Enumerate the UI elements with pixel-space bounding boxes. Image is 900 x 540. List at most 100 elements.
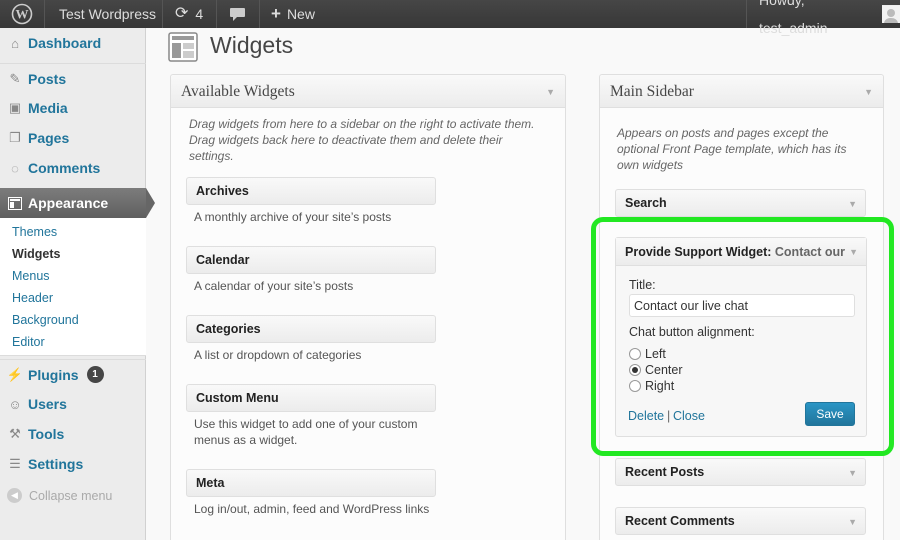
appearance-icon xyxy=(7,195,23,211)
admin-bar: W Test Wordpress ⟳ 4 + New Howdy, test_a… xyxy=(0,0,900,36)
submenu-item-themes[interactable]: Themes xyxy=(12,225,57,239)
widget-categories[interactable]: Categories xyxy=(186,315,436,343)
expand-triangle-icon[interactable]: ▼ xyxy=(848,517,857,527)
widget-title: Recent Posts xyxy=(625,465,705,479)
alignment-label: Chat button alignment: xyxy=(629,325,755,339)
svg-text:W: W xyxy=(16,7,29,22)
radio-label-right: Right xyxy=(645,379,675,393)
widget-description: A list or dropdown of categories xyxy=(194,348,362,362)
updates-count: 4 xyxy=(195,6,204,22)
submenu-item-header[interactable]: Header xyxy=(12,291,53,305)
radio-label-left: Left xyxy=(645,347,666,361)
widget-description: A monthly archive of your site’s posts xyxy=(194,210,392,224)
submenu-item-menus[interactable]: Menus xyxy=(12,269,50,283)
pages-icon: ❐ xyxy=(9,130,21,145)
menu-label: Users xyxy=(28,396,67,412)
wordpress-logo-icon[interactable]: W xyxy=(10,0,34,28)
menu-item-users[interactable]: ☺ Users xyxy=(0,389,146,419)
menu-item-dashboard[interactable]: ⌂ Dashboard xyxy=(0,28,146,58)
submenu-item-widgets[interactable]: Widgets xyxy=(12,247,61,261)
menu-item-posts[interactable]: ✎ Posts xyxy=(0,63,146,93)
collapse-triangle-icon[interactable]: ▼ xyxy=(849,247,858,257)
sidebar-widget-search[interactable]: Search ▼ xyxy=(615,189,866,217)
updates-link[interactable]: ⟳ 4 xyxy=(175,0,203,28)
widget-title: Meta xyxy=(196,476,225,490)
widget-title: Archives xyxy=(196,184,249,198)
menu-label: Settings xyxy=(28,456,84,472)
menu-item-comments[interactable]: ◌ Comments xyxy=(0,153,146,183)
delete-widget-link[interactable]: Delete xyxy=(628,409,664,423)
plug-icon: ⚡ xyxy=(6,366,24,382)
site-name-link[interactable]: Test Wordpress xyxy=(59,0,156,28)
widgets-page-icon xyxy=(168,32,198,62)
main-sidebar-header[interactable]: Main Sidebar ▼ xyxy=(600,75,883,108)
provide-support-widget-header[interactable]: Provide Support Widget: Contact our live… xyxy=(616,238,866,266)
page-title: Widgets xyxy=(210,32,294,58)
menu-item-settings[interactable]: ☰ Settings xyxy=(0,449,146,479)
expand-triangle-icon[interactable]: ▼ xyxy=(848,468,857,478)
comments-bubble-icon[interactable] xyxy=(229,0,246,28)
new-label: New xyxy=(286,6,315,22)
widget-description: Log in/out, admin, feed and WordPress li… xyxy=(194,502,430,516)
main-sidebar-title: Main Sidebar xyxy=(610,83,694,100)
widget-archives[interactable]: Archives xyxy=(186,177,436,205)
menu-item-tools[interactable]: ⚒ Tools xyxy=(0,419,146,449)
widget-title: Provide Support Widget: xyxy=(625,245,772,259)
widget-title: Recent Comments xyxy=(625,514,735,528)
new-content-link[interactable]: + New xyxy=(271,0,315,28)
tools-icon: ⚒ xyxy=(9,426,21,441)
title-field-label: Title: xyxy=(629,278,656,292)
menu-item-media[interactable]: ▣ Media xyxy=(0,93,146,123)
my-account-link[interactable]: Howdy, test_admin xyxy=(759,0,900,36)
widget-title: Calendar xyxy=(196,253,250,267)
widget-title: Categories xyxy=(196,322,261,336)
close-widget-link[interactable]: Close xyxy=(673,409,705,423)
home-icon: ⌂ xyxy=(11,35,19,51)
comment-icon: ◌ xyxy=(11,160,19,176)
submenu-item-background[interactable]: Background xyxy=(12,313,79,327)
main-sidebar-description: Appears on posts and pages except the op… xyxy=(617,126,847,172)
menu-label: Posts xyxy=(28,70,67,87)
title-input[interactable] xyxy=(629,294,855,317)
settings-icon: ☰ xyxy=(9,456,21,471)
collapse-triangle-icon[interactable]: ▼ xyxy=(546,87,555,97)
widget-meta[interactable]: Meta xyxy=(186,469,436,497)
submenu-item-editor[interactable]: Editor xyxy=(12,335,45,349)
collapse-label: Collapse menu xyxy=(29,488,113,503)
available-widgets-description: Drag widgets from here to a sidebar on t… xyxy=(189,117,535,163)
menu-label: Appearance xyxy=(28,195,109,211)
link-separator: | xyxy=(667,409,671,423)
available-widgets-title: Available Widgets xyxy=(181,83,295,100)
radio-label-center: Center xyxy=(645,363,683,377)
alignment-radio-center[interactable] xyxy=(629,364,641,376)
menu-item-pages[interactable]: ❐ Pages xyxy=(0,123,146,153)
available-widgets-panel: Available Widgets ▼ Drag widgets from he… xyxy=(170,74,566,540)
users-icon: ☺ xyxy=(8,396,22,412)
alignment-radio-right[interactable] xyxy=(629,380,641,392)
widget-title: Search xyxy=(625,196,667,210)
available-widgets-header[interactable]: Available Widgets ▼ xyxy=(171,75,565,108)
expand-triangle-icon[interactable]: ▼ xyxy=(848,199,857,209)
pushpin-icon: ✎ xyxy=(9,70,21,86)
plugins-update-badge: 1 xyxy=(86,366,104,383)
plus-icon: + xyxy=(271,4,281,23)
widget-title: Custom Menu xyxy=(196,391,279,405)
menu-item-plugins[interactable]: ⚡ Plugins 1 xyxy=(0,359,146,389)
widget-custom-menu[interactable]: Custom Menu xyxy=(186,384,436,412)
widget-instance-title: Contact our live chat xyxy=(774,245,845,259)
appearance-submenu: Themes Widgets Menus Header Background E… xyxy=(0,218,146,356)
menu-label: Dashboard xyxy=(28,35,102,51)
menu-item-appearance[interactable]: Appearance xyxy=(0,188,155,218)
alignment-radio-left[interactable] xyxy=(629,348,641,360)
current-menu-arrow xyxy=(146,188,155,218)
sidebar-widget-recent-comments[interactable]: Recent Comments ▼ xyxy=(615,507,866,535)
howdy-text: Howdy, test_admin xyxy=(759,0,828,36)
widget-description: Use this widget to add one of your custo… xyxy=(194,417,418,447)
collapse-triangle-icon[interactable]: ▼ xyxy=(864,87,873,97)
menu-label: Tools xyxy=(28,426,65,442)
menu-label: Pages xyxy=(28,130,70,146)
save-button[interactable]: Save xyxy=(805,402,855,426)
widget-calendar[interactable]: Calendar xyxy=(186,246,436,274)
sidebar-widget-recent-posts[interactable]: Recent Posts ▼ xyxy=(615,458,866,486)
collapse-menu-button[interactable]: ◀ Collapse menu xyxy=(7,488,112,503)
